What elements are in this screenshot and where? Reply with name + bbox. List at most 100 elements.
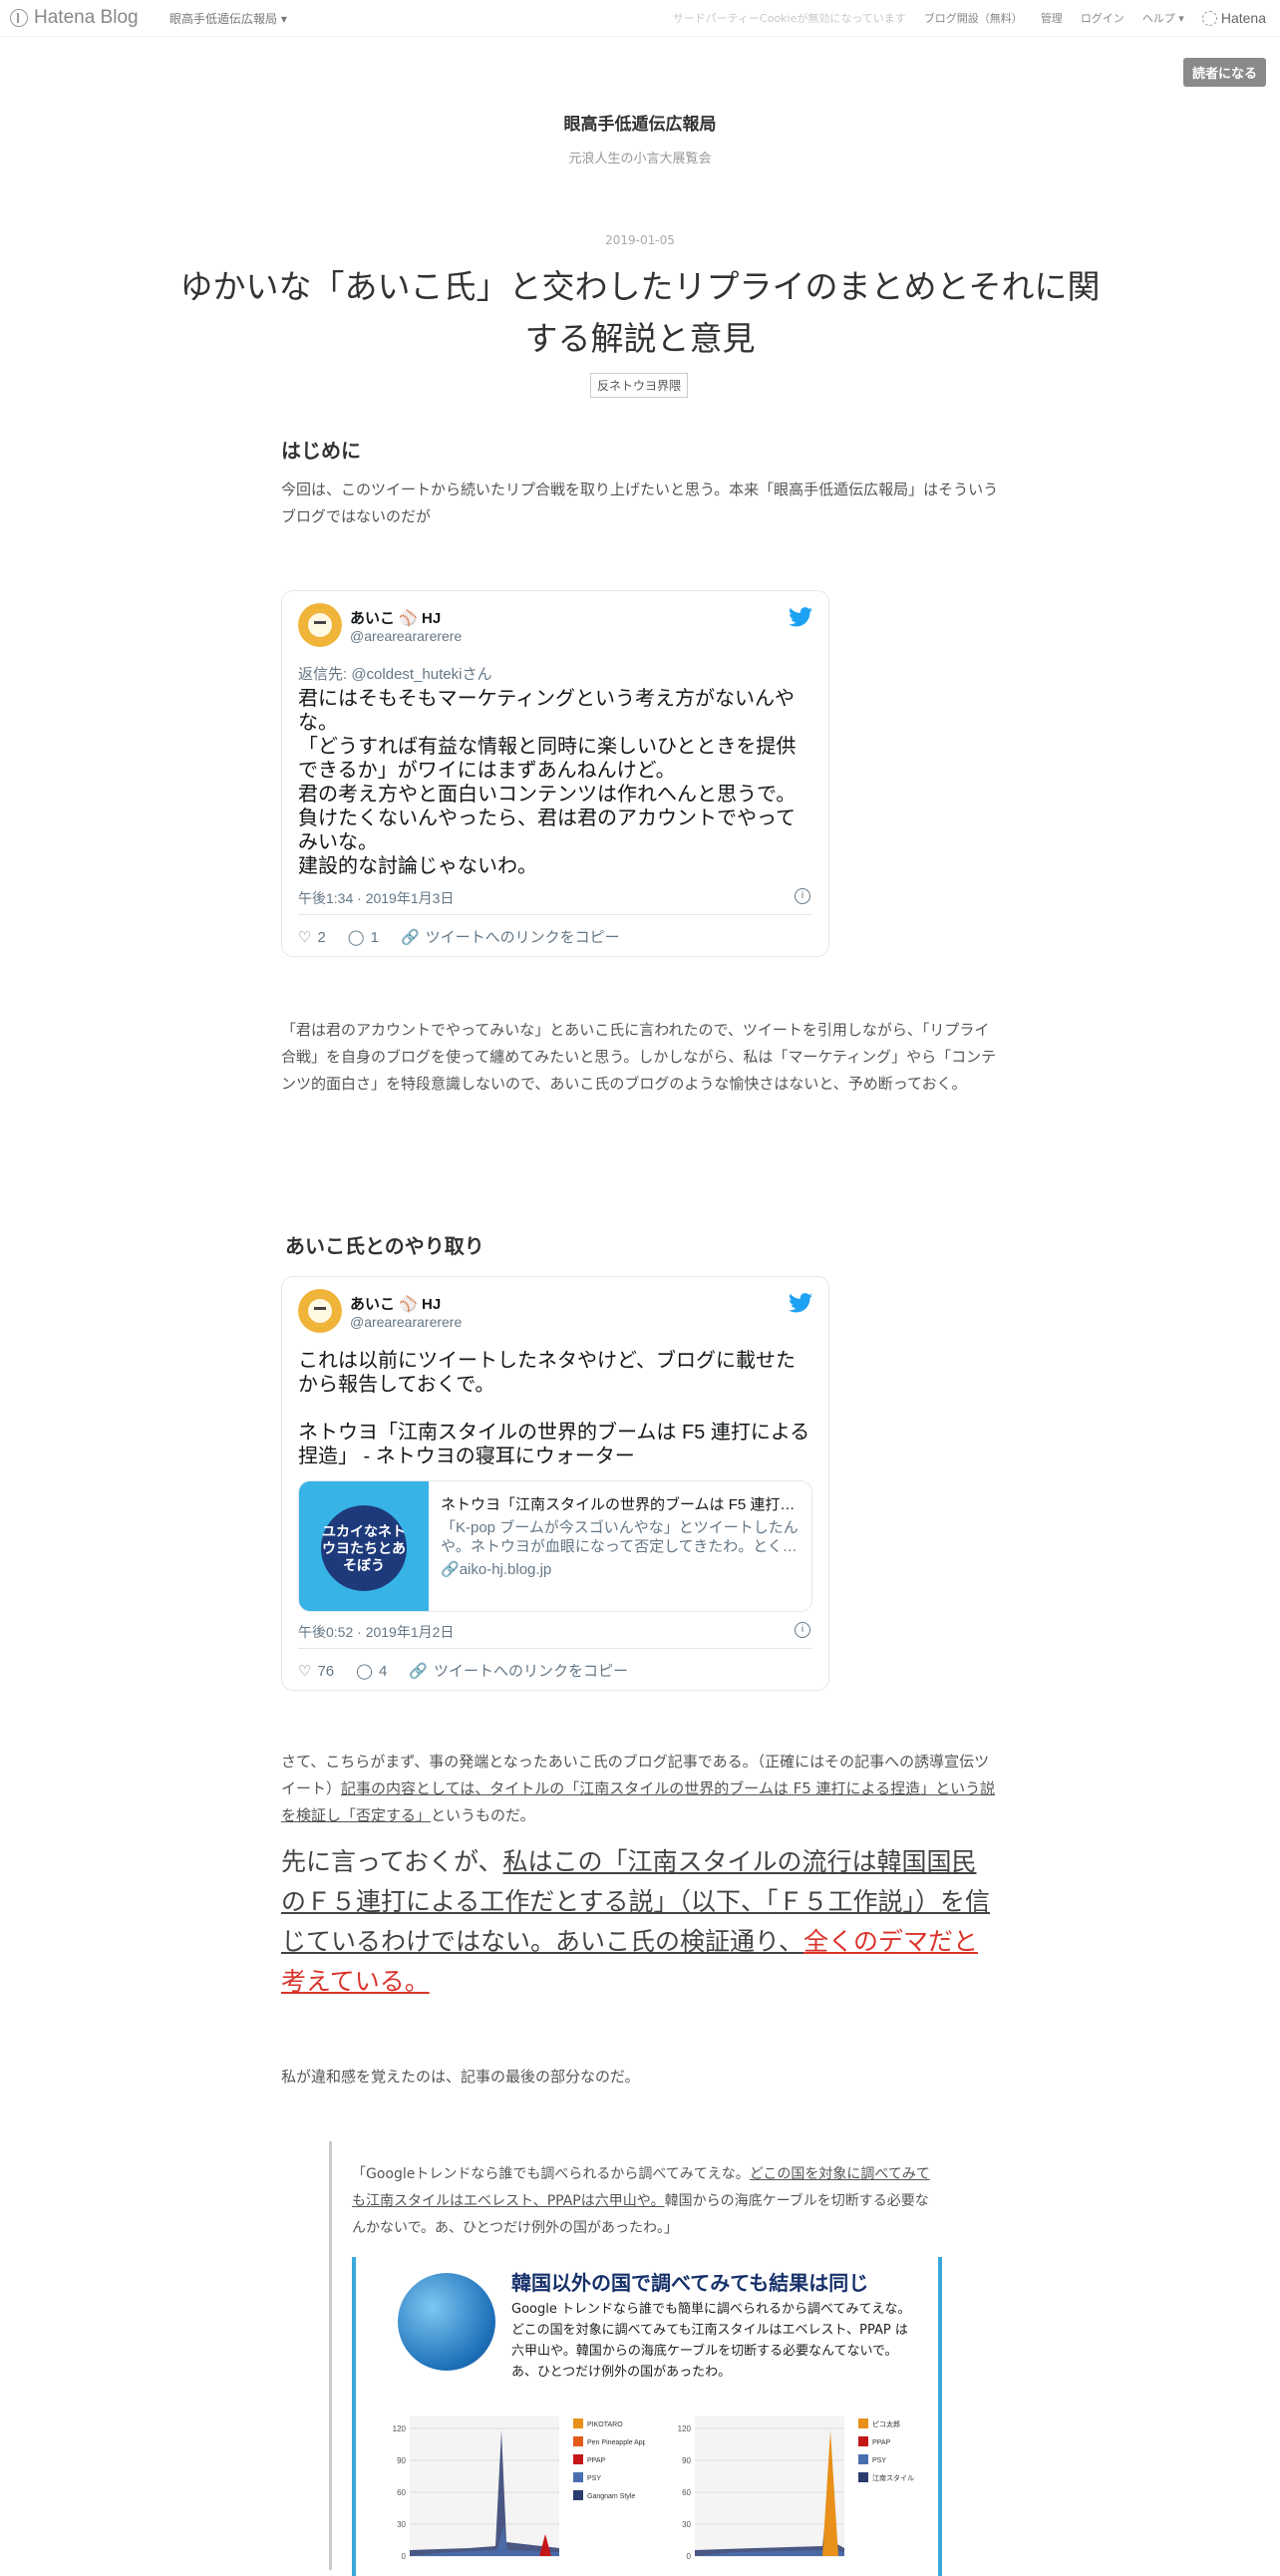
entry-title[interactable]: ゆかいな「あいこ氏」と交わしたリプライのまとめとそれに関する解説と意見 [179,261,1101,365]
entry-date[interactable]: 2019-01-05 [0,233,1280,247]
link-icon: 🔗 [441,1561,460,1578]
divider [298,1648,812,1649]
blockquote: 「Googleトレンドなら誰でも調べられるから調べてみてえな。どこの国を対象に調… [329,2141,956,2576]
legend-label: PIKOTARO [587,2421,623,2428]
link-card-title: ネトウヨ「江南スタイルの世界的ブームは F5 連打… [441,1496,796,1513]
tweet-actions: ♡ 2 ◯ 1 🔗 ツイートへのリンクをコピー [298,926,620,947]
y-tick-label: 90 [397,2456,406,2465]
login-link[interactable]: ログイン [1081,10,1124,26]
author-name-suffix: HJ [422,609,442,627]
section-heading-exchange: あいこ氏とのやり取り [285,1234,484,1258]
like-action[interactable]: ♡ 76 [298,1662,334,1680]
legend-swatch [573,2418,583,2428]
avatar[interactable] [298,603,342,647]
twitter-bird-icon[interactable] [789,1293,812,1313]
link-icon: 🔗 [400,929,420,946]
baseball-emoji: ⚾ [399,609,418,627]
y-tick-label: 60 [397,2488,406,2497]
blog-title[interactable]: 眼高手低遁伝広報局 [0,110,1280,135]
legend-label: PSY [587,2475,601,2482]
author-handle: @areareararerere [350,627,463,644]
open-blog-link[interactable]: ブログ開設（無料） [924,10,1023,26]
copy-link-action[interactable]: 🔗 ツイートへのリンクをコピー [409,1660,628,1681]
embedded-tweet[interactable]: あいこ ⚾ HJ @areareararerere これは以前にツイートしたネタ… [281,1276,829,1691]
reply-to[interactable]: 返信先: @coldest_hutekiさん [298,663,491,684]
help-label: ヘルプ [1141,12,1175,25]
legend-label: PPAP [872,2439,890,2446]
tweet-author[interactable]: あいこ ⚾ HJ @areareararerere [298,603,462,647]
embedded-tweet[interactable]: あいこ ⚾ HJ @areareararerere 返信先: @coldest_… [281,590,829,957]
reply-count: 1 [370,928,379,946]
reply-action[interactable]: ◯ 1 [348,928,379,946]
copy-link-action[interactable]: 🔗 ツイートへのリンクをコピー [401,926,620,947]
quoted-image-description: Google トレンドなら誰でも簡単に調べられるから調べてみてえな。どこの国を対… [511,2302,911,2380]
y-tick-label: 90 [682,2456,691,2465]
legend-label: 江南スタイル [872,2473,914,2482]
y-tick-label: 60 [682,2488,691,2497]
hatena-blog-logo-icon [10,9,28,27]
header-right-nav: サードパーティーCookieが無効になっています ブログ開設（無料） 管理 ログ… [673,10,1266,26]
body-paragraph: 私が違和感を覚えたのは、記事の最後の部分なのだ。 [281,2068,640,2086]
para-text: というものだ。 [431,1806,535,1824]
global-header: Hatena Blog 眼高手低遁伝広報局 ▾ サードパーティーCookieが無… [0,0,1280,37]
y-tick-label: 30 [397,2520,406,2529]
copy-link-label: ツイートへのリンクをコピー [433,1663,628,1680]
hatena-blog-logo[interactable]: Hatena Blog [10,7,139,29]
author-handle: @areareararerere [350,1313,463,1330]
y-tick-label: 120 [393,2424,407,2433]
legend-label: Gangnam Style [587,2493,635,2500]
tweet-actions: ♡ 76 ◯ 4 🔗 ツイートへのリンクをコピー [298,1660,628,1681]
tweet-text: 君にはそもそもマーケティングという考え方がないんやな。 「どうすれば有益な情報と… [298,688,797,877]
logo-text: Hatena Blog [34,7,139,28]
help-menu[interactable]: ヘルプ ▾ [1142,10,1184,26]
plot-area [410,2416,559,2556]
blog-menu-label: 眼高手低遁伝広報局 [169,12,278,26]
cookie-notice: サードパーティーCookieが無効になっています [672,12,906,25]
blog-menu-dropdown[interactable]: 眼高手低遁伝広報局 ▾ [169,10,287,27]
quote-text: 「Googleトレンドなら誰でも調べられるから調べてみてえな。どこの国を対象に調… [352,2161,936,2242]
legend-swatch [573,2436,583,2446]
legend-swatch [573,2454,583,2464]
trend-chart-1: 1209060300PIKOTAROPen Pineapple Apple Pe… [393,2416,645,2561]
divider [298,914,812,915]
legend-label: Pen Pineapple Apple Pen [587,2439,645,2446]
avatar[interactable] [298,1289,342,1333]
link-card-thumbnail: ユカイなネトウヨたちとあそぼう [299,1481,429,1611]
category-tag[interactable]: 反ネトウヨ界隈 [590,373,689,398]
caret-down-icon: ▾ [277,12,287,26]
info-icon[interactable]: i [795,1622,810,1638]
body-paragraph: さて、こちらがまず、事の発端となったあいこ氏のブログ記事である。（正確にはその記… [281,1749,999,1829]
y-tick-label: 30 [682,2520,691,2529]
author-name-suffix: HJ [422,1295,442,1313]
tweet-timestamp[interactable]: 午後1:34 · 2019年1月3日 [298,888,454,908]
baseball-emoji: ⚾ [399,1295,418,1313]
legend-swatch [858,2472,868,2482]
thumbnail-text: ユカイなネトウヨたちとあそぼう [321,1505,407,1591]
body-paragraph: 「君は君のアカウントでやってみいな」とあいこ氏に言われたので、ツイートを引用しな… [281,1021,997,1093]
reply-count: 4 [378,1662,388,1680]
info-icon[interactable]: i [795,888,810,904]
author-name: あいこ [350,609,396,627]
legend-label: ピコ太郎 [872,2419,900,2428]
tweet-author[interactable]: あいこ ⚾ HJ @areareararerere [298,1289,462,1333]
comment-icon: ◯ [347,928,365,946]
admin-link[interactable]: 管理 [1041,10,1063,26]
tweet-timestamp[interactable]: 午後0:52 · 2019年1月2日 [298,1622,454,1642]
hatena-icon [1201,10,1217,26]
quoted-image: 韓国以外の国で調べてみても結果は同じ Google トレンドなら誰でも簡単に調べ… [352,2257,942,2576]
like-action[interactable]: ♡ 2 [298,928,326,946]
section-heading-intro: はじめに [281,439,361,463]
blog-description: 元浪人生の小言大展覧会 [568,152,712,166]
link-icon: 🔗 [409,1663,428,1680]
reply-action[interactable]: ◯ 4 [356,1662,387,1680]
link-card[interactable]: ユカイなネトウヨたちとあそぼう ネトウヨ「江南スタイルの世界的ブームは F5 連… [298,1480,812,1612]
trend-chart-2: 1209060300ピコ太郎PPAPPSY江南スタイル [678,2416,914,2561]
subscribe-button[interactable]: 読者になる [1182,58,1266,87]
quote-part: 「Googleトレンドなら誰でも調べられるから調べてみてえな。 [352,2166,750,2182]
legend-swatch [573,2472,583,2482]
emphasis-paragraph: 先に言っておくが、私はこの「江南スタイルの流行は韓国国民のＦ５連打による工作だと… [281,1842,999,2002]
twitter-bird-icon[interactable] [789,607,812,627]
legend-swatch [858,2418,868,2428]
big-text: 先に言っておくが、 [281,1847,503,1876]
hatena-menu[interactable]: Hatena [1201,10,1266,26]
